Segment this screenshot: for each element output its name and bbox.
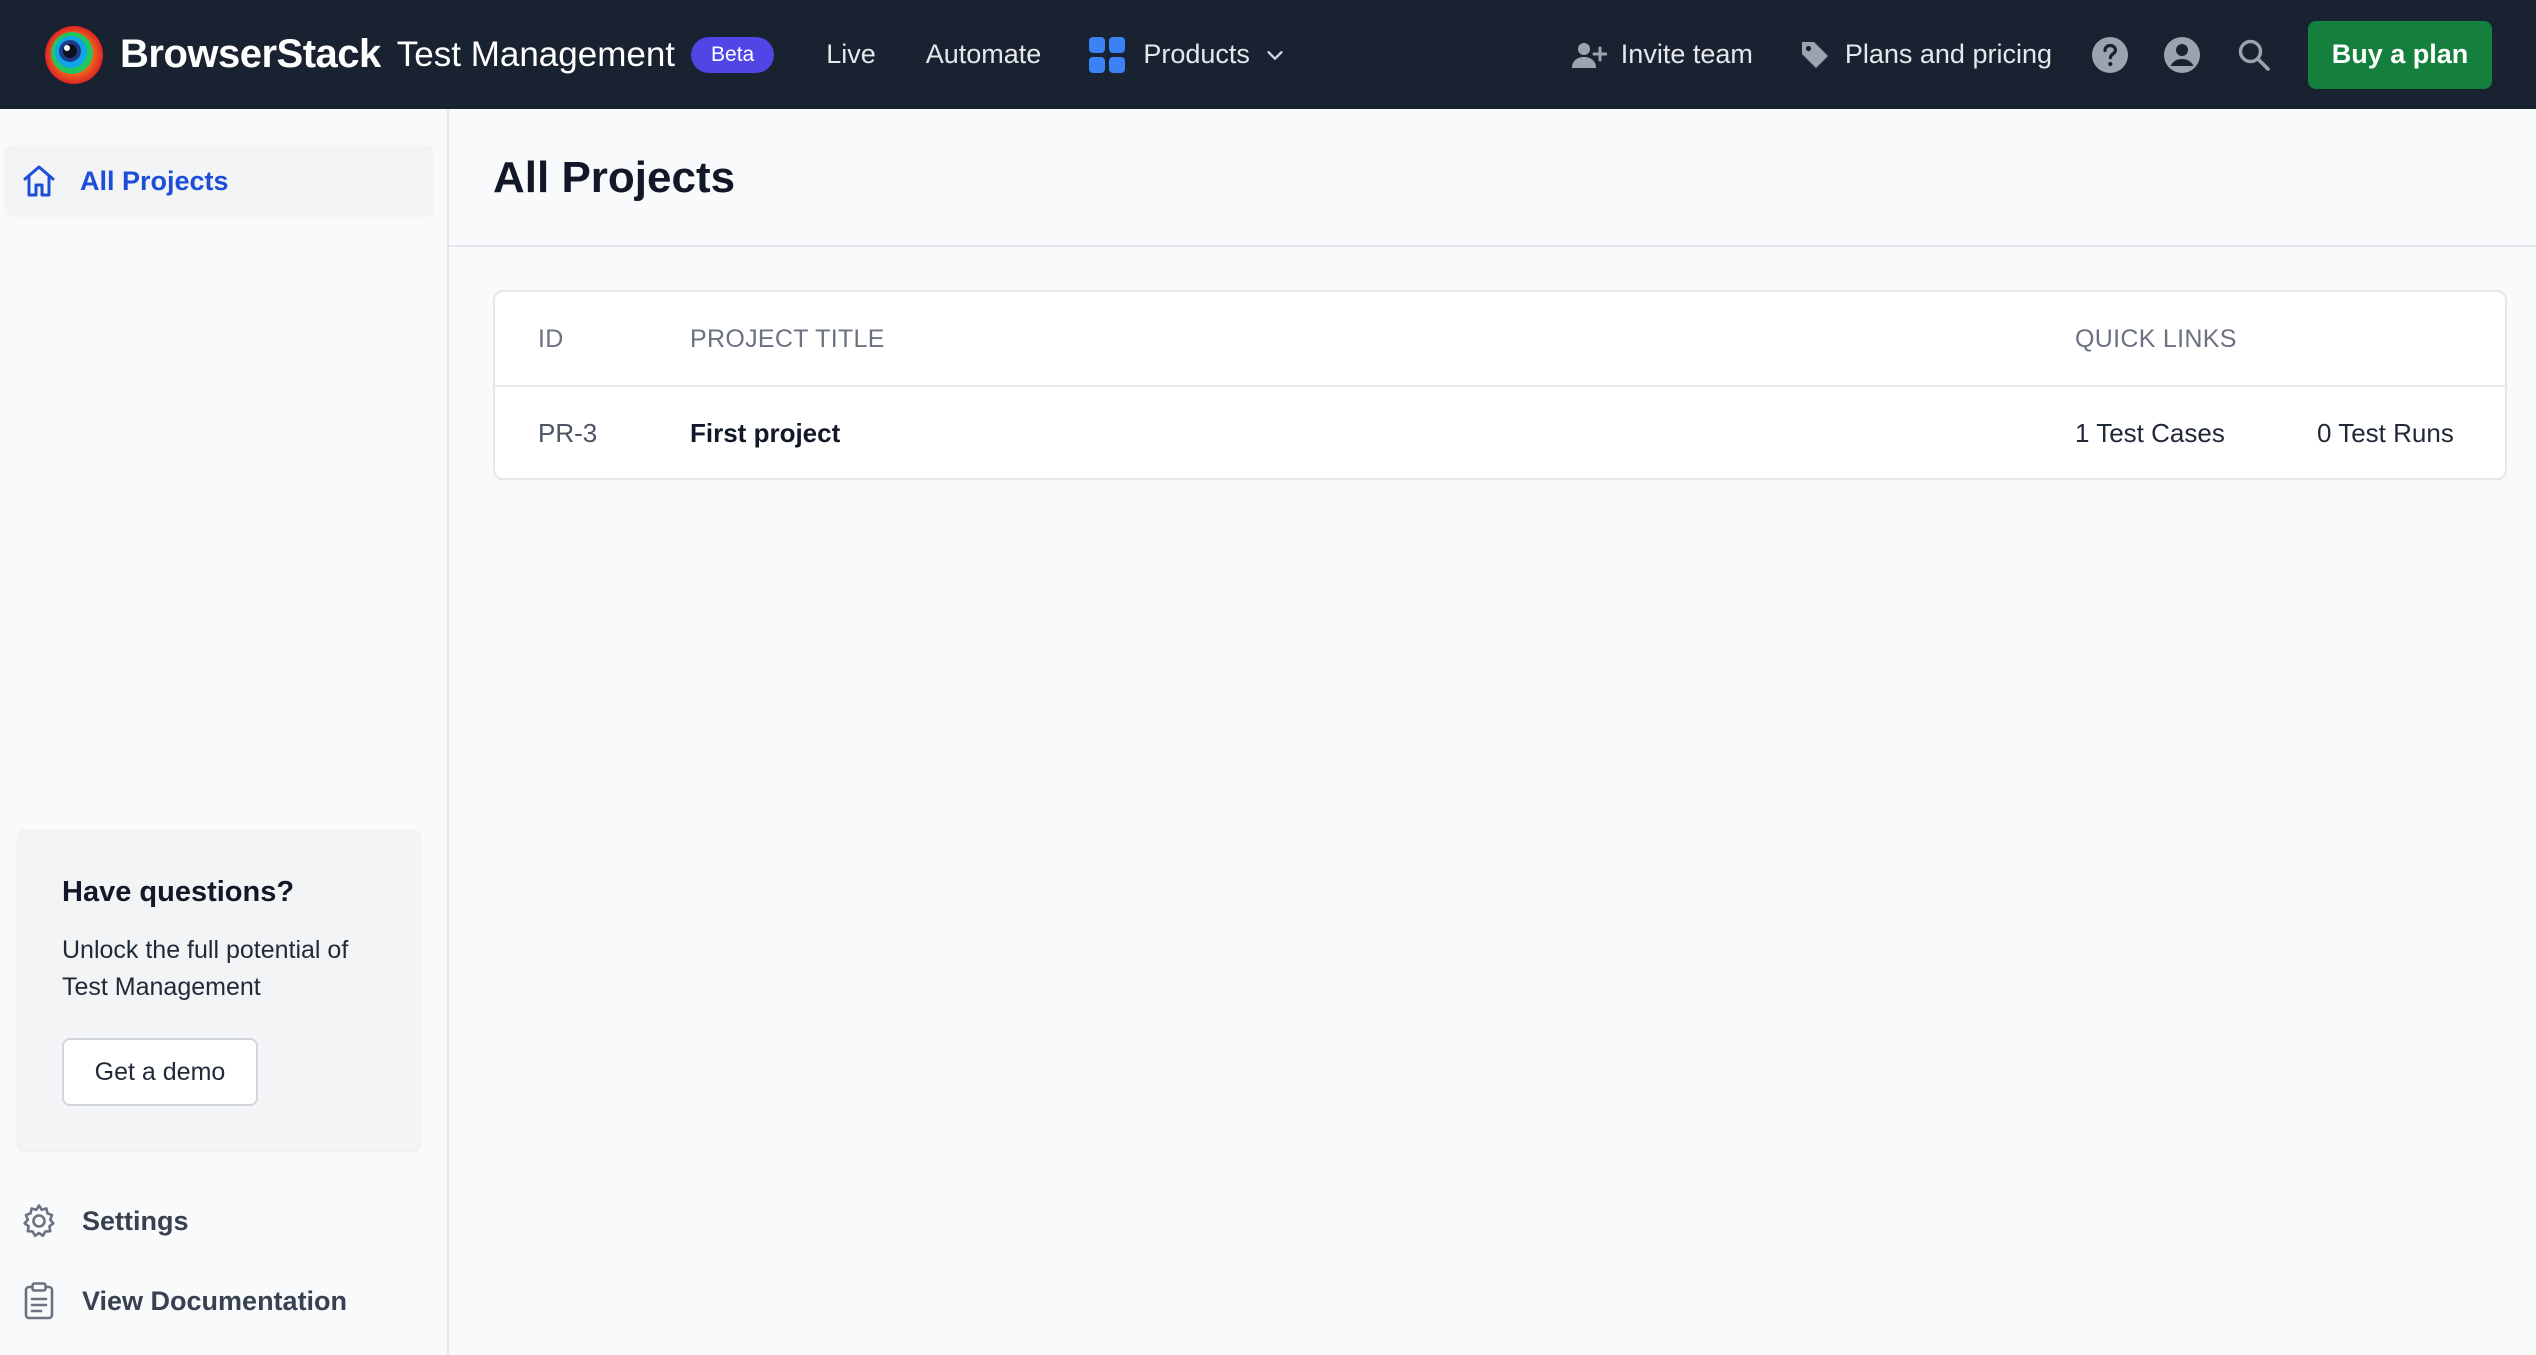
invite-team-button[interactable]: Invite team (1571, 39, 1753, 70)
project-title-link[interactable]: First project (690, 418, 840, 449)
invite-team-label: Invite team (1620, 39, 1753, 69)
sidebar-item-label: All Projects (80, 165, 229, 196)
projects-table: ID PROJECT TITLE QUICK LINKS PR-3 First … (493, 290, 2507, 480)
tag-icon (1801, 41, 1828, 68)
home-icon (23, 165, 55, 197)
buy-plan-button[interactable]: Buy a plan (2308, 20, 2492, 89)
sidebar-item-all-projects[interactable]: All Projects (4, 145, 434, 217)
help-card-description: Unlock the full potential of Test Manage… (62, 936, 349, 1001)
brand-name: BrowserStack (120, 32, 381, 76)
products-label: Products (1143, 39, 1250, 69)
sidebar-item-documentation[interactable]: View Documentation (20, 1281, 347, 1321)
brand[interactable]: BrowserStack Test Management Beta (44, 25, 775, 85)
account-circle-icon (2164, 36, 2200, 73)
sidebar-item-settings[interactable]: Settings (20, 1202, 189, 1240)
account-button[interactable] (2162, 35, 2202, 75)
search-icon (2238, 39, 2270, 71)
browserstack-logo (44, 25, 104, 85)
column-header-id: ID (538, 325, 564, 353)
products-grid-icon (1089, 36, 1126, 73)
page-title: All Projects (493, 153, 736, 202)
main-content: All Projects ID PROJECT TITLE QUICK LINK… (449, 109, 2536, 1355)
product-name: Test Management (396, 34, 676, 74)
documentation-label: View Documentation (82, 1285, 348, 1316)
search-button[interactable] (2234, 35, 2274, 75)
test-runs-link[interactable]: 0 Test Runs (2317, 418, 2454, 449)
column-header-quick-links: QUICK LINKS (2075, 325, 2237, 353)
nav-live[interactable]: Live (826, 39, 876, 70)
gear-icon (23, 1204, 55, 1238)
sidebar: All Projects Have questions? Unlock the … (0, 109, 449, 1355)
chevron-down-icon (1267, 50, 1283, 60)
help-card-title: Have questions? (62, 876, 295, 908)
plans-pricing-link[interactable]: Plans and pricing (1799, 39, 2052, 71)
topbar-actions: Invite team Plans and pricing Buy a plan (1571, 0, 2536, 109)
settings-label: Settings (82, 1205, 189, 1236)
help-card: Have questions? Unlock the full potentia… (17, 830, 421, 1152)
get-demo-button[interactable]: Get a demo (62, 1038, 258, 1106)
clipboard-icon (24, 1282, 54, 1320)
project-id: PR-3 (538, 418, 598, 448)
table-divider (495, 385, 2505, 387)
products-menu[interactable]: Products (1089, 36, 1286, 73)
top-navigation-bar: BrowserStack Test Management Beta Live A… (0, 0, 2536, 109)
user-plus-icon (1571, 42, 1607, 68)
nav-automate[interactable]: Automate (926, 39, 1042, 70)
help-button[interactable] (2090, 35, 2130, 75)
help-circle-icon (2092, 36, 2128, 73)
page-header: All Projects (449, 109, 2536, 247)
test-cases-link[interactable]: 1 Test Cases (2075, 418, 2225, 449)
plans-pricing-label: Plans and pricing (1844, 39, 2052, 69)
column-header-title: PROJECT TITLE (690, 325, 885, 353)
beta-badge: Beta (691, 36, 775, 73)
